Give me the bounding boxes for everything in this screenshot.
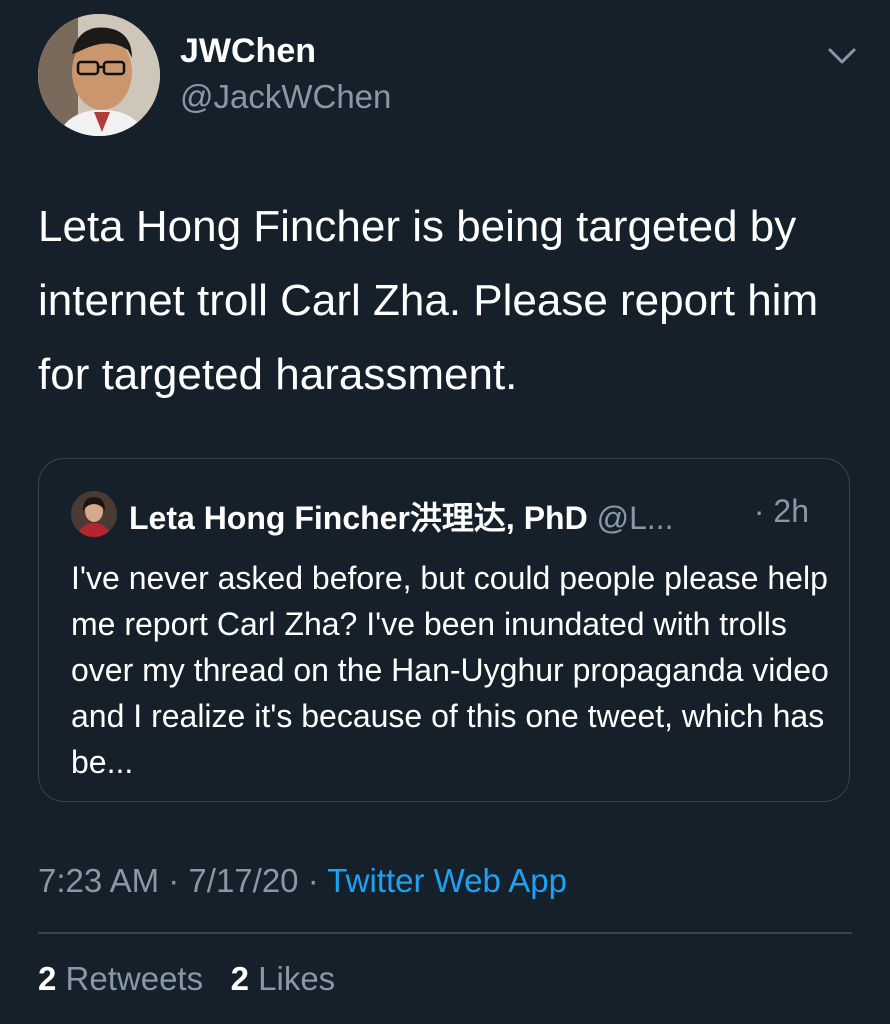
retweets-count: 2	[38, 960, 57, 997]
likes-label: Likes	[258, 960, 336, 997]
meta-separator: ·	[168, 862, 180, 899]
author-display-name[interactable]: JWChen	[180, 32, 316, 71]
quoted-tweet-time: · 2h	[753, 493, 809, 529]
quoted-tweet-card[interactable]: Leta Hong Fincher洪理达, PhD @L... · 2h I'v…	[38, 458, 850, 802]
tweet-stats: 2 Retweets 2 Likes	[38, 960, 335, 998]
tweet-meta: 7:23 AM · 7/17/20 · Twitter Web App	[38, 862, 567, 900]
retweets-stat[interactable]: 2 Retweets	[38, 960, 203, 997]
meta-separator: ·	[307, 862, 319, 899]
quoted-author-handle: @L...	[596, 500, 674, 536]
tweet-text: Leta Hong Fincher is being targeted by i…	[38, 202, 819, 399]
tweet-time: 7:23 AM	[38, 862, 160, 899]
author-handle[interactable]: @JackWChen	[180, 78, 391, 116]
chevron-down-icon[interactable]	[822, 42, 862, 72]
tweet-source-link[interactable]: Twitter Web App	[327, 862, 567, 899]
tweet-date: 7/17/20	[188, 862, 299, 899]
likes-stat[interactable]: 2 Likes	[231, 960, 336, 997]
retweets-label: Retweets	[65, 960, 204, 997]
quoted-tweet-header: Leta Hong Fincher洪理达, PhD @L...	[129, 493, 674, 539]
author-avatar[interactable]	[38, 14, 160, 136]
quoted-author-name: Leta Hong Fincher洪理达, PhD	[129, 500, 588, 536]
likes-count: 2	[230, 960, 249, 997]
quoted-tweet-text: I've never asked before, but could peopl…	[71, 560, 829, 780]
quoted-author-avatar	[71, 491, 117, 537]
divider	[38, 932, 852, 934]
